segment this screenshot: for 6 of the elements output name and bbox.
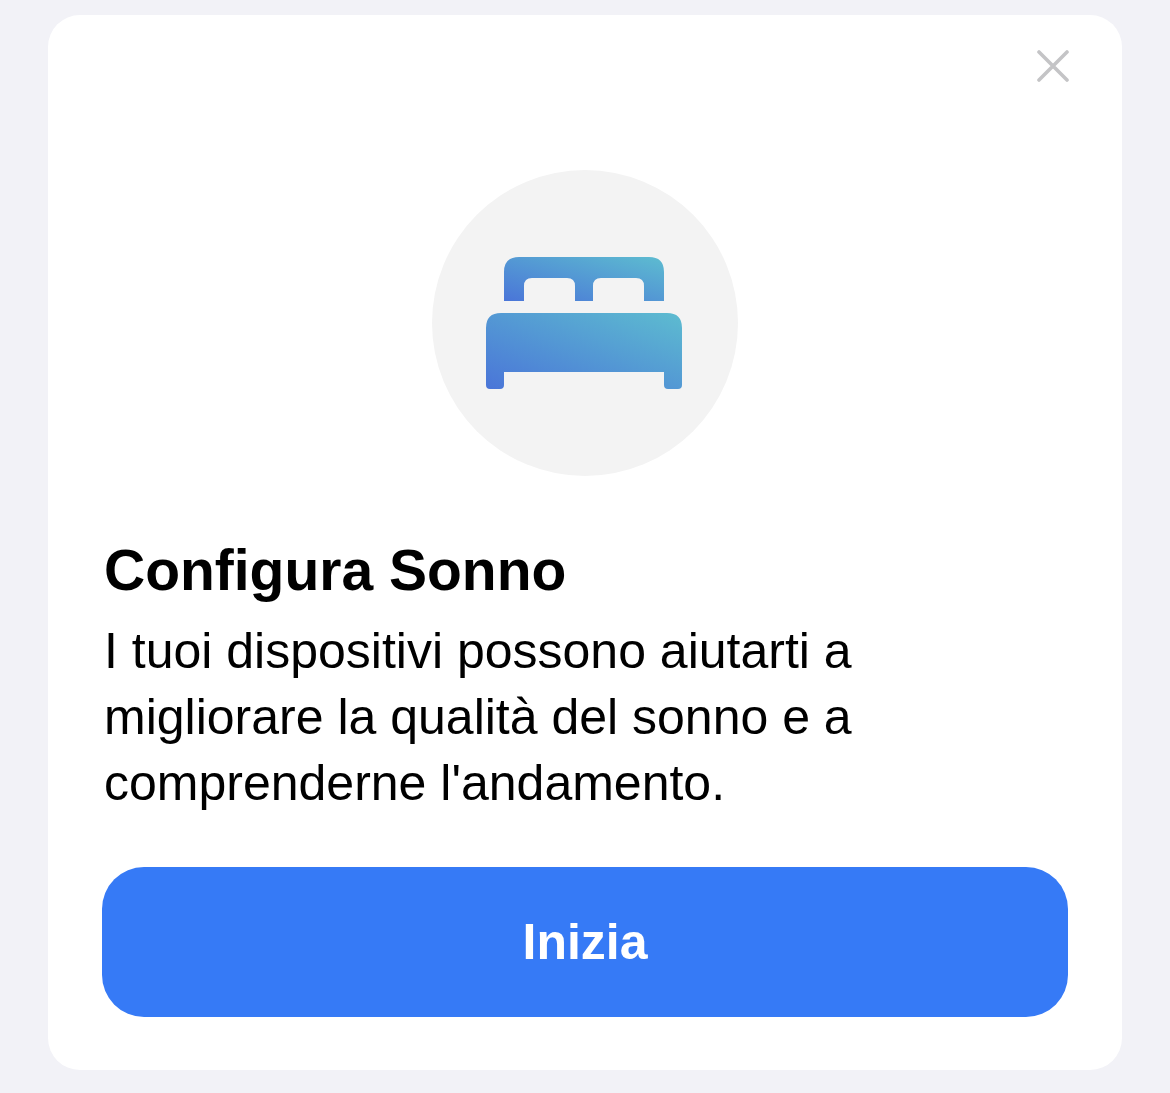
close-button[interactable] [1037, 50, 1069, 82]
close-icon [1037, 50, 1069, 82]
card-description: I tuoi dispositivi possono aiutarti a migliorare la qualità del sonno e a comprenderne l'andamento. [104, 622, 853, 813]
bed-icon [432, 170, 738, 476]
card-title: Configura Sonno [104, 537, 568, 604]
start-button[interactable]: Inizia [102, 867, 1068, 1017]
